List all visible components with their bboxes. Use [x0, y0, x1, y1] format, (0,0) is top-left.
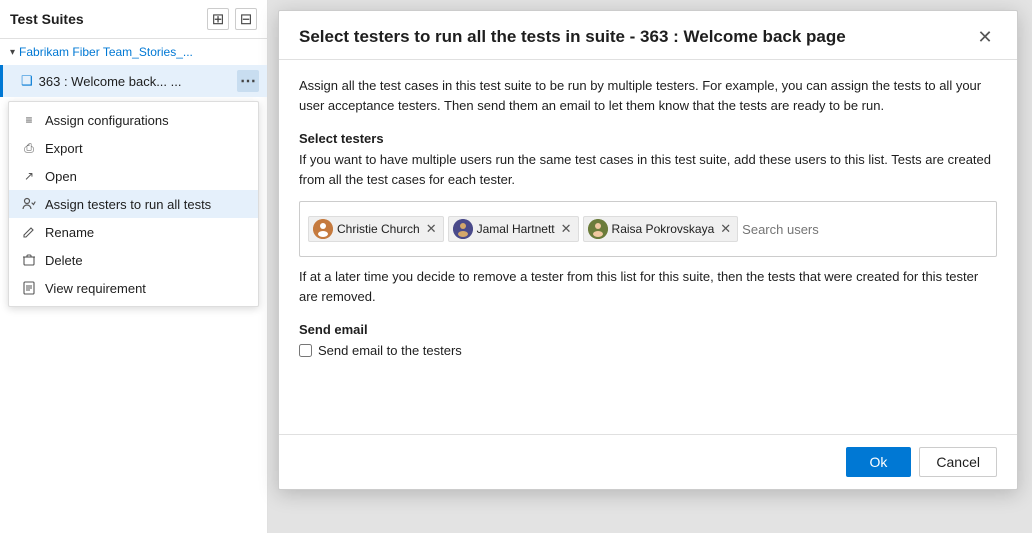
assign-configs-icon: ≡ — [21, 112, 37, 128]
chevron-icon: ▾ — [10, 47, 15, 58]
removal-note: If at a later time you decide to remove … — [299, 267, 997, 306]
menu-item-open[interactable]: ↗ Open — [9, 162, 258, 190]
ok-button[interactable]: Ok — [846, 447, 912, 477]
dialog: Select testers to run all the tests in s… — [278, 10, 1018, 490]
menu-item-rename[interactable]: Rename — [9, 218, 258, 246]
dialog-intro: Assign all the test cases in this test s… — [299, 76, 997, 115]
assign-testers-icon — [21, 196, 37, 212]
tester-tag-jh: Jamal Hartnett ✕ — [448, 216, 579, 242]
menu-item-assign-configs[interactable]: ≡ Assign configurations — [9, 106, 258, 134]
search-users-input[interactable] — [742, 220, 988, 239]
menu-item-label: Export — [45, 141, 83, 156]
avatar-rp — [588, 219, 608, 239]
team-row[interactable]: ▾ Fabrikam Fiber Team_Stories_... — [0, 39, 267, 65]
menu-item-label: Delete — [45, 253, 83, 268]
suite-label: 363 : Welcome back... ... — [39, 74, 231, 89]
send-email-checkbox-row[interactable]: Send email to the testers — [299, 343, 997, 358]
menu-item-label: Assign testers to run all tests — [45, 197, 211, 212]
menu-item-label: Rename — [45, 225, 94, 240]
menu-item-view-req[interactable]: View requirement — [9, 274, 258, 302]
remove-tester-jh[interactable]: ✕ — [561, 221, 572, 237]
tester-tag-rp: Raisa Pokrovskaya ✕ — [583, 216, 739, 242]
export-icon: ⎙ — [21, 140, 37, 156]
select-testers-heading: Select testers — [299, 131, 997, 146]
context-menu: ≡ Assign configurations ⎙ Export ↗ Open … — [8, 101, 259, 307]
open-icon: ↗ — [21, 168, 37, 184]
remove-tester-cc[interactable]: ✕ — [426, 221, 437, 237]
dialog-area: Select testers to run all the tests in s… — [268, 0, 1032, 533]
menu-item-assign-testers[interactable]: Assign testers to run all tests — [9, 190, 258, 218]
dialog-footer: Ok Cancel — [279, 434, 1017, 489]
send-email-section: Send email Send email to the testers — [299, 322, 997, 358]
dialog-body: Assign all the test cases in this test s… — [279, 60, 1017, 434]
select-testers-desc: If you want to have multiple users run t… — [299, 150, 997, 189]
dialog-header: Select testers to run all the tests in s… — [279, 11, 1017, 60]
team-label: Fabrikam Fiber Team_Stories_... — [19, 45, 193, 59]
close-button[interactable]: ✕ — [973, 25, 997, 49]
menu-item-export[interactable]: ⎙ Export — [9, 134, 258, 162]
add-suite-button[interactable]: ⊞ — [207, 8, 229, 30]
suite-item[interactable]: ❑ 363 : Welcome back... ... ⋯ — [0, 65, 267, 97]
send-email-heading: Send email — [299, 322, 997, 337]
sidebar-title: Test Suites — [10, 11, 84, 27]
tester-name-rp: Raisa Pokrovskaya — [612, 222, 715, 236]
tester-tag-cc: Christie Church ✕ — [308, 216, 444, 242]
rename-icon — [21, 224, 37, 240]
suite-icon: ❑ — [21, 73, 33, 89]
send-email-checkbox[interactable] — [299, 344, 312, 357]
dialog-title: Select testers to run all the tests in s… — [299, 27, 846, 47]
testers-input-box[interactable]: Christie Church ✕ Jamal Hartnett ✕ R — [299, 201, 997, 257]
avatar-jh — [453, 219, 473, 239]
delete-icon — [21, 252, 37, 268]
cancel-button[interactable]: Cancel — [919, 447, 997, 477]
tester-name-jh: Jamal Hartnett — [477, 222, 555, 236]
menu-item-delete[interactable]: Delete — [9, 246, 258, 274]
tester-name-cc: Christie Church — [337, 222, 420, 236]
suite-ellipsis-button[interactable]: ⋯ — [237, 70, 259, 92]
remove-suite-button[interactable]: ⊟ — [235, 8, 257, 30]
avatar-cc — [313, 219, 333, 239]
menu-item-label: Assign configurations — [45, 113, 169, 128]
menu-item-label: View requirement — [45, 281, 146, 296]
view-req-icon — [21, 280, 37, 296]
sidebar: Test Suites ⊞ ⊟ ▾ Fabrikam Fiber Team_St… — [0, 0, 268, 533]
menu-item-label: Open — [45, 169, 77, 184]
remove-tester-rp[interactable]: ✕ — [720, 221, 731, 237]
sidebar-header-icons: ⊞ ⊟ — [207, 8, 257, 30]
send-email-label: Send email to the testers — [318, 343, 462, 358]
sidebar-header: Test Suites ⊞ ⊟ — [0, 0, 267, 39]
